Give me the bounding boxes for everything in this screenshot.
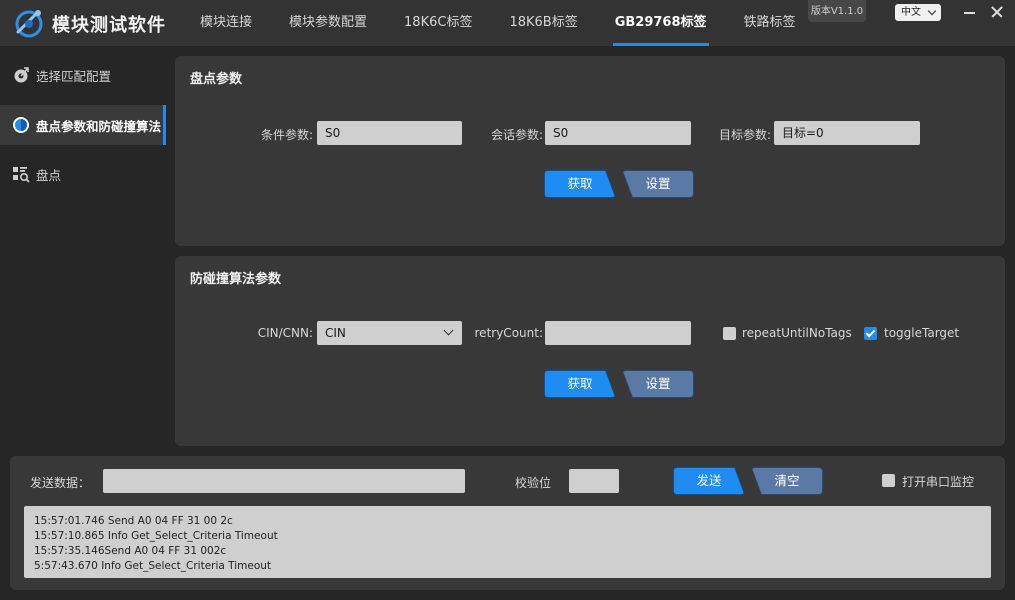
version-badge: 版本V1.1.0 [808,0,866,22]
inventory-params-panel: 盘点参数 条件参数: S0 会话参数: S0 目标参数: 目标=0 获取 设置 [175,56,1005,246]
top-nav: 模块连接 模块参数配置 18K6C标签 18K6B标签 GB29768标签 铁路… [186,0,819,46]
cin-value: CIN [325,326,346,340]
serial-monitor-label: 打开串口监控 [902,475,975,489]
sidebar-item-label: 选择匹配配置 [36,68,112,84]
send-data-input[interactable] [103,469,465,493]
sidebar-item-inventory[interactable]: 盘点 [0,154,166,194]
target-label: 目标参数: [718,128,771,142]
retry-count-input[interactable] [545,321,691,345]
target-gear-icon [14,67,29,83]
checksum-label: 校验位 [515,476,552,490]
sidebar-item-select-match[interactable]: 选择匹配配置 [0,55,166,95]
toggle-target-checkbox[interactable] [864,327,877,340]
repeat-until-no-tags-checkbox[interactable] [723,327,736,340]
tab-module-params[interactable]: 模块参数配置 [275,0,381,46]
anticollision-set-button[interactable]: 设置 [623,371,693,397]
anticollision-get-button[interactable]: 获取 [545,371,615,397]
app-title: 模块测试软件 [52,15,166,36]
clear-button[interactable]: 清空 [752,468,822,494]
tab-module-connect[interactable]: 模块连接 [186,0,266,46]
repeat-until-no-tags-label: repeatUntilNoTags [742,326,852,340]
sidebar-item-label: 盘点参数和防碰撞算法 [36,118,162,134]
cin-label: CIN/CNN: [257,326,313,340]
retry-label: retryCount: [474,326,543,340]
target-select[interactable]: 目标=0 [774,121,920,145]
anticollision-panel: 防碰撞算法参数 CIN/CNN: CIN retryCount: repeatU… [175,256,1005,446]
session-select[interactable]: S0 [545,121,691,145]
send-data-label: 发送数据： [30,476,91,490]
title-bar: 模块测试软件 模块连接 模块参数配置 18K6C标签 18K6B标签 GB297… [0,0,1015,46]
checksum-input[interactable] [569,469,619,493]
app-logo-icon [15,10,43,38]
log-line: 15:57:35.146Send A0 04 FF 31 002c [34,545,227,557]
chevron-down-icon [927,6,937,16]
close-button[interactable] [987,2,1007,22]
cin-select[interactable]: CIN [317,321,462,345]
send-button[interactable]: 发送 [674,468,744,494]
log-line: 15:57:01.746 Send A0 04 FF 31 00 2c [34,515,233,527]
panel-title: 盘点参数 [190,72,243,87]
tab-18k6b[interactable]: 18K6B标签 [495,0,591,46]
panel-title: 防碰撞算法参数 [190,272,282,287]
condition-select[interactable]: S0 [317,121,462,145]
log-line: 5:57:43.670 Info Get_Select_Criteria Tim… [34,560,272,572]
condition-label: 条件参数: [260,128,313,142]
log-output[interactable]: 15:57:01.746 Send A0 04 FF 31 00 2c 15:5… [24,506,991,578]
tab-18k6c[interactable]: 18K6C标签 [390,0,486,46]
toggle-target-label: toggleTarget [884,326,960,340]
session-label: 会话参数: [490,128,543,142]
inventory-search-icon [13,167,30,183]
inventory-set-button[interactable]: 设置 [623,171,693,197]
tab-gb29768[interactable]: GB29768标签 [601,0,721,46]
language-value: 中文 [901,7,921,18]
send-panel: 发送数据： 校验位 发送 清空 打开串口监控 15:57:01.746 Send… [10,456,1005,590]
sidebar-item-label: 盘点 [36,167,62,183]
circle-toggle-icon [13,117,29,133]
minimize-button[interactable] [960,2,980,22]
chevron-down-icon [443,325,454,336]
inventory-get-button[interactable]: 获取 [545,171,615,197]
sidebar-item-inventory-params[interactable]: 盘点参数和防碰撞算法 [0,105,166,145]
log-line: 15:57:10.865 Info Get_Select_Criteria Ti… [34,530,278,542]
sidebar: 选择匹配配置 盘点参数和防碰撞算法 盘点 [0,46,166,454]
language-select[interactable]: 中文 [895,4,941,21]
serial-monitor-checkbox[interactable] [882,474,895,487]
tab-railway[interactable]: 铁路标签 [730,0,810,46]
